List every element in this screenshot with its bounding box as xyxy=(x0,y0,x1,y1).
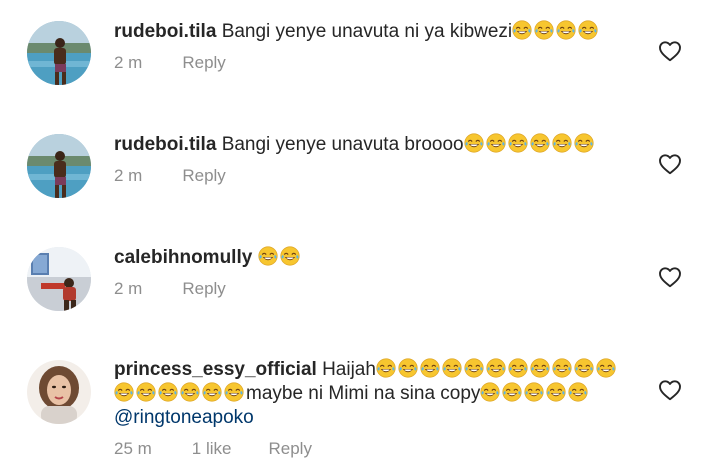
avatar[interactable] xyxy=(27,134,91,198)
comment-body: rudeboi.tila Bangi yenye unavuta ni ya k… xyxy=(114,20,624,44)
face-with-tears-of-joy-icon xyxy=(480,382,500,402)
comment-text: maybe ni Mimi na sina copy xyxy=(246,383,481,404)
comment-text: Bangi yenye unavuta ni ya kibwezi xyxy=(221,21,513,42)
comment-username[interactable]: calebihnomully xyxy=(114,247,252,268)
emoji-group xyxy=(512,21,600,42)
comment-body: princess_essy_official Haijah maybe ni Mi… xyxy=(114,358,624,430)
face-with-tears-of-joy-icon xyxy=(224,382,244,402)
face-with-tears-of-joy-icon xyxy=(574,133,594,153)
reply-button[interactable]: Reply xyxy=(182,166,225,186)
face-with-tears-of-joy-icon xyxy=(534,20,554,40)
face-with-tears-of-joy-icon xyxy=(376,358,396,378)
face-with-tears-of-joy-icon xyxy=(280,246,300,266)
face-with-tears-of-joy-icon xyxy=(508,358,528,378)
face-with-tears-of-joy-icon xyxy=(486,133,506,153)
face-with-tears-of-joy-icon xyxy=(596,358,616,378)
face-with-tears-of-joy-icon xyxy=(464,133,484,153)
heart-outline-icon[interactable] xyxy=(658,153,682,175)
mention-link[interactable]: @ringtoneapoko xyxy=(114,407,254,428)
face-with-tears-of-joy-icon xyxy=(502,382,522,402)
emoji-group xyxy=(480,383,590,404)
avatar[interactable] xyxy=(27,21,91,85)
face-with-tears-of-joy-icon xyxy=(258,246,278,266)
comment-username[interactable]: rudeboi.tila xyxy=(114,134,216,155)
face-with-tears-of-joy-icon xyxy=(420,358,440,378)
reply-button[interactable]: Reply xyxy=(182,279,225,299)
emoji-group xyxy=(376,359,618,380)
avatar[interactable] xyxy=(27,247,91,311)
face-with-tears-of-joy-icon xyxy=(546,382,566,402)
face-with-tears-of-joy-icon xyxy=(442,358,462,378)
reply-button[interactable]: Reply xyxy=(182,53,225,73)
face-with-tears-of-joy-icon xyxy=(158,382,178,402)
comment-body: rudeboi.tila Bangi yenye unavuta broooo xyxy=(114,133,624,157)
comment-timestamp: 2 m xyxy=(114,166,143,185)
comment-meta: 2 m Reply xyxy=(114,53,226,73)
avatar[interactable] xyxy=(27,360,91,424)
heart-outline-icon[interactable] xyxy=(658,40,682,62)
face-with-tears-of-joy-icon xyxy=(568,382,588,402)
emoji-group xyxy=(258,247,302,268)
comment-meta: 2 m Reply xyxy=(114,166,226,186)
face-with-tears-of-joy-icon xyxy=(530,133,550,153)
emoji-group xyxy=(464,134,596,155)
comment-timestamp: 2 m xyxy=(114,53,143,72)
heart-outline-icon[interactable] xyxy=(658,266,682,288)
face-with-tears-of-joy-icon xyxy=(464,358,484,378)
face-with-tears-of-joy-icon xyxy=(552,358,572,378)
face-with-tears-of-joy-icon xyxy=(486,358,506,378)
face-with-tears-of-joy-icon xyxy=(552,133,572,153)
face-with-tears-of-joy-icon xyxy=(398,358,418,378)
face-with-tears-of-joy-icon xyxy=(512,20,532,40)
face-with-tears-of-joy-icon xyxy=(574,358,594,378)
emoji-group xyxy=(114,383,246,404)
face-with-tears-of-joy-icon xyxy=(556,20,576,40)
face-with-tears-of-joy-icon xyxy=(180,382,200,402)
comment-body: calebihnomully xyxy=(114,246,624,270)
face-with-tears-of-joy-icon xyxy=(136,382,156,402)
face-with-tears-of-joy-icon xyxy=(578,20,598,40)
heart-outline-icon[interactable] xyxy=(658,379,682,401)
comment-timestamp: 2 m xyxy=(114,279,143,298)
reply-button[interactable]: Reply xyxy=(268,439,311,459)
like-count[interactable]: 1 like xyxy=(192,439,232,459)
comment-text: Bangi yenye unavuta broooo xyxy=(221,134,464,155)
face-with-tears-of-joy-icon xyxy=(530,358,550,378)
comment-text: Haijah xyxy=(322,359,376,380)
comment-meta: 25 m 1 like Reply xyxy=(114,439,312,459)
face-with-tears-of-joy-icon xyxy=(508,133,528,153)
comment-username[interactable]: princess_essy_official xyxy=(114,359,317,380)
face-with-tears-of-joy-icon xyxy=(114,382,134,402)
face-with-tears-of-joy-icon xyxy=(524,382,544,402)
comment-username[interactable]: rudeboi.tila xyxy=(114,21,216,42)
comment-timestamp: 25 m xyxy=(114,439,152,458)
comment-meta: 2 m Reply xyxy=(114,279,226,299)
face-with-tears-of-joy-icon xyxy=(202,382,222,402)
